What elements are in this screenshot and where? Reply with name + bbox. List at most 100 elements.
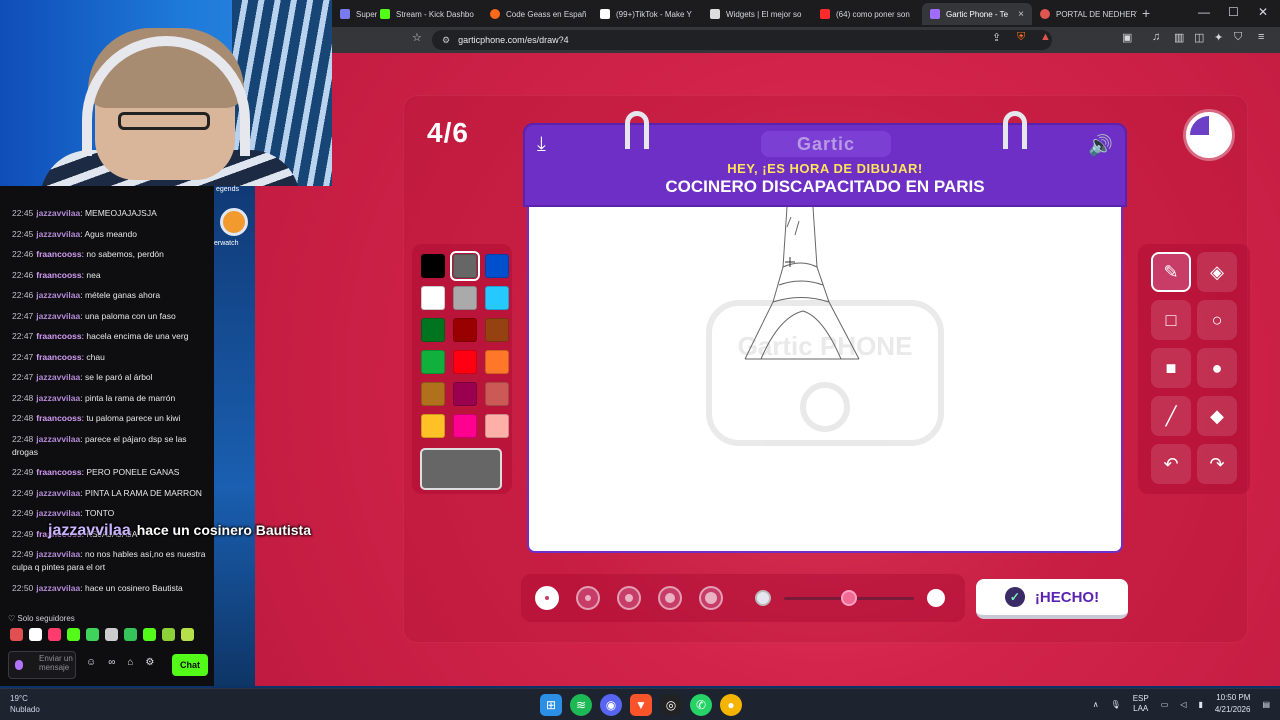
message-user[interactable]: jazzavvilaa — [36, 583, 80, 593]
color-swatch[interactable] — [485, 382, 509, 406]
pencil-icon[interactable]: ✎ — [1151, 252, 1191, 292]
color-swatch[interactable] — [421, 350, 445, 374]
emote-icon[interactable] — [162, 628, 175, 641]
network-icon[interactable]: ▭ — [1161, 700, 1169, 709]
emote-icon[interactable] — [48, 628, 61, 641]
emote-icon[interactable] — [29, 628, 42, 641]
brush-size-button[interactable] — [535, 586, 559, 610]
message-user[interactable]: fraancooss — [36, 352, 81, 362]
message-user[interactable]: jazzavvilaa — [36, 549, 80, 559]
message-user[interactable]: jazzavvilaa — [36, 434, 80, 444]
spotify-icon[interactable]: ≋ — [570, 694, 592, 716]
tab-active[interactable]: Gartic Phone - Te × — [922, 3, 1032, 25]
line-icon[interactable]: ╱ — [1151, 396, 1191, 436]
chat-input[interactable]: Enviar un mensaje — [8, 651, 76, 679]
message-user[interactable]: fraancooss — [36, 413, 81, 423]
brush-size-button[interactable] — [617, 586, 641, 610]
opacity-slider-handle[interactable] — [841, 590, 857, 606]
sidebar-icon[interactable]: ▣ — [1122, 31, 1132, 44]
message-user[interactable]: jazzavvilaa — [36, 311, 80, 321]
new-tab-icon[interactable]: + — [1142, 5, 1150, 21]
emote-icon[interactable] — [67, 628, 80, 641]
tray-overflow-icon[interactable]: ∧ — [1093, 700, 1099, 709]
tray-mic-icon[interactable]: 🎙 — [1111, 700, 1121, 709]
brush-size-button[interactable] — [658, 586, 682, 610]
language-indicator[interactable]: ESP LAA — [1133, 694, 1149, 714]
volume-icon[interactable]: 🔊 — [1088, 133, 1113, 158]
discord-icon[interactable]: ◉ — [600, 694, 622, 716]
emote-icon[interactable] — [10, 628, 23, 641]
brave-shield-icon[interactable]: ⛨ — [1017, 31, 1025, 44]
speaker-icon[interactable]: ◁ — [1180, 700, 1186, 709]
battery-icon[interactable]: ▮ — [1198, 700, 1202, 709]
message-user[interactable]: jazzavvilaa — [36, 508, 80, 518]
download-icon[interactable]: ⤓ — [537, 133, 546, 156]
mic-icon[interactable] — [15, 660, 23, 670]
color-swatch[interactable] — [421, 286, 445, 310]
start-icon[interactable]: ⊞ — [540, 694, 562, 716]
message-user[interactable]: fraancooss — [36, 249, 81, 259]
emote-icon[interactable] — [124, 628, 137, 641]
drawing-canvas[interactable]: Gartic PHONE — [527, 207, 1123, 553]
overwatch-icon[interactable] — [220, 208, 248, 236]
emote-icon[interactable] — [143, 628, 156, 641]
store-icon[interactable]: ⌂ — [127, 657, 133, 668]
rectangle-filled-icon[interactable]: ■ — [1151, 348, 1191, 388]
minimize-icon[interactable]: — — [1198, 5, 1210, 19]
color-swatch[interactable] — [485, 286, 509, 310]
message-user[interactable]: fraancooss — [36, 331, 81, 341]
message-user[interactable]: fraancooss — [36, 467, 81, 477]
address-bar[interactable]: ⚙ garticphone.com/es/draw?4 — [432, 30, 1052, 50]
message-user[interactable]: jazzavvilaa — [36, 488, 80, 498]
brush-size-button[interactable] — [699, 586, 723, 610]
brush-size-button[interactable] — [576, 586, 600, 610]
emote-icon[interactable] — [181, 628, 194, 641]
whatsapp-icon[interactable]: ✆ — [690, 694, 712, 716]
message-user[interactable]: jazzavvilaa — [36, 372, 80, 382]
leo-icon[interactable]: ✦ — [1214, 31, 1223, 44]
color-swatch[interactable] — [421, 318, 445, 342]
color-swatch[interactable] — [421, 382, 445, 406]
circle-filled-icon[interactable]: ● — [1197, 348, 1237, 388]
emote-picker-icon[interactable]: ☺ — [86, 657, 96, 668]
tab[interactable]: Code Geass en Españ — [482, 3, 592, 25]
emote-icon[interactable] — [86, 628, 99, 641]
tab[interactable]: Widgets | El mejor so — [702, 3, 812, 25]
color-swatch[interactable] — [485, 254, 509, 278]
clock[interactable]: 10:50 PM 4/21/2026 — [1215, 692, 1251, 716]
wallet-icon[interactable]: ◫ — [1194, 31, 1204, 44]
brave-icon[interactable]: ▼ — [630, 694, 652, 716]
color-swatch[interactable] — [450, 251, 480, 281]
tab[interactable]: Super — [332, 3, 377, 25]
color-swatch[interactable] — [485, 350, 509, 374]
color-swatch[interactable] — [485, 318, 509, 342]
obs-icon[interactable]: ◎ — [660, 694, 682, 716]
color-swatch[interactable] — [453, 414, 477, 438]
color-swatch[interactable] — [485, 414, 509, 438]
vpn-icon[interactable]: ⛉ — [1234, 31, 1242, 44]
tab[interactable]: (64) como poner son — [812, 3, 922, 25]
points-icon[interactable]: ∞ — [108, 657, 115, 668]
media-icon[interactable]: ♫ — [1152, 31, 1160, 43]
rectangle-outline-icon[interactable]: □ — [1151, 300, 1191, 340]
color-swatch[interactable] — [421, 414, 445, 438]
message-user[interactable]: jazzavvilaa — [36, 229, 80, 239]
window-close-icon[interactable]: ✕ — [1258, 5, 1268, 19]
color-swatch[interactable] — [453, 286, 477, 310]
message-user[interactable]: jazzavvilaa — [36, 208, 80, 218]
maximize-icon[interactable]: ☐ — [1228, 5, 1239, 19]
undo-icon[interactable]: ↶ — [1151, 444, 1191, 484]
settings-gear-icon[interactable]: ⚙ — [145, 657, 154, 668]
weather-widget[interactable]: 19°C Nublado — [10, 693, 40, 715]
chat-send-button[interactable]: Chat — [172, 654, 208, 676]
circle-outline-icon[interactable]: ○ — [1197, 300, 1237, 340]
panel-icon[interactable]: ▥ — [1174, 31, 1184, 44]
color-swatch[interactable] — [453, 350, 477, 374]
done-button[interactable]: ✓ ¡HECHO! — [976, 579, 1128, 619]
message-user[interactable]: fraancooss — [36, 270, 81, 280]
notifications-icon[interactable]: ▤ — [1262, 700, 1270, 709]
emote-icon[interactable] — [105, 628, 118, 641]
close-tab-icon[interactable]: × — [1018, 9, 1024, 20]
menu-icon[interactable]: ≡ — [1258, 31, 1264, 43]
color-swatch[interactable] — [421, 254, 445, 278]
